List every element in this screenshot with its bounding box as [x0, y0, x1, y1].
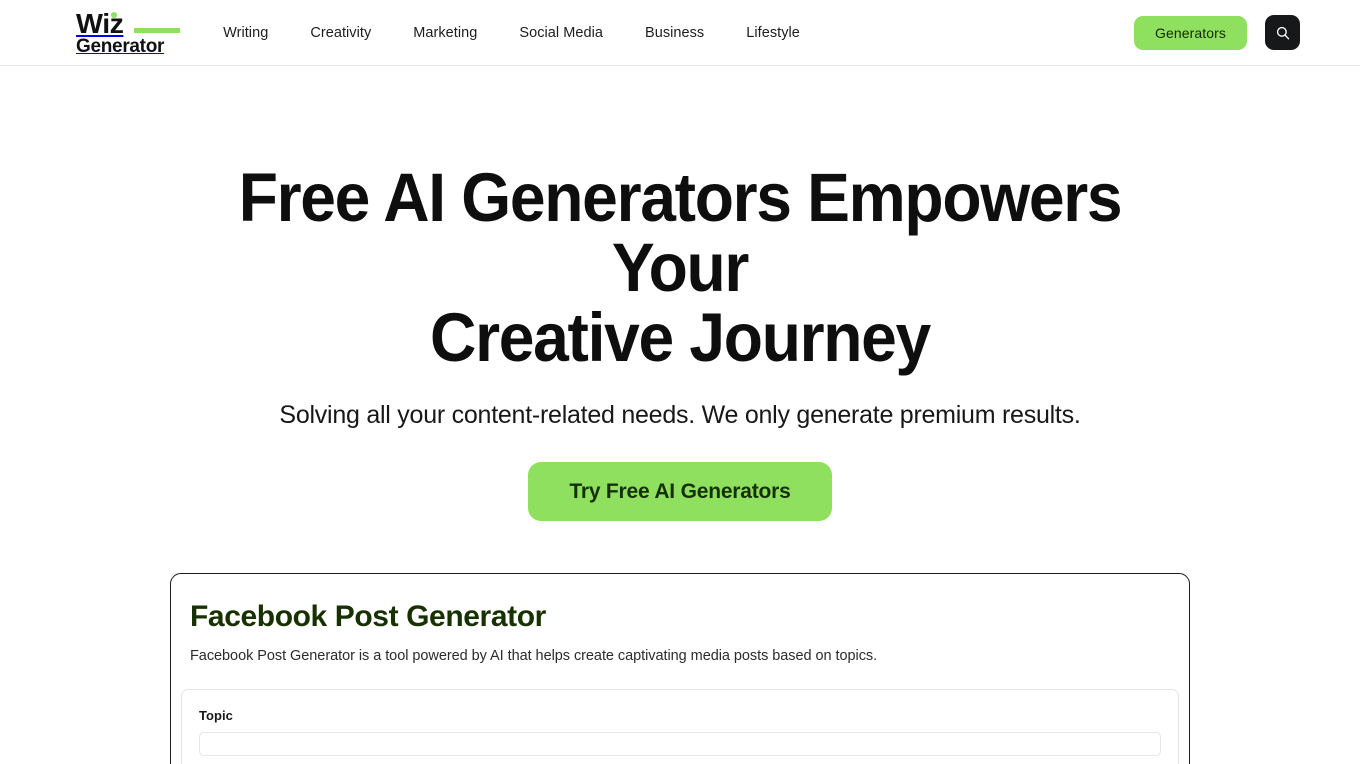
header-actions: Generators: [1133, 15, 1300, 50]
brand-logo-top: Wiz: [76, 9, 180, 37]
search-icon: [1275, 25, 1291, 41]
topic-label: Topic: [199, 708, 233, 723]
topic-input[interactable]: [199, 732, 1161, 756]
brand-dot-accent: [111, 11, 117, 18]
try-free-ai-generators-button[interactable]: Try Free AI Generators: [528, 462, 832, 521]
search-button[interactable]: [1265, 15, 1300, 50]
generator-card-container: Facebook Post Generator Facebook Post Ge…: [0, 573, 1360, 764]
page-title: Free AI Generators Empowers Your Creativ…: [210, 163, 1149, 373]
nav-item-business[interactable]: Business: [624, 17, 725, 49]
brand-name-secondary: Generator: [76, 35, 165, 57]
brand-underline-accent: [134, 27, 180, 33]
main-navigation: Writing Creativity Marketing Social Medi…: [202, 17, 821, 49]
site-header: Wiz Generator Writing Creativity Marketi…: [0, 0, 1360, 66]
nav-item-social-media[interactable]: Social Media: [498, 17, 624, 49]
hero-section: Free AI Generators Empowers Your Creativ…: [0, 66, 1360, 521]
generators-button[interactable]: Generators: [1133, 15, 1247, 50]
facebook-post-generator-card: Facebook Post Generator Facebook Post Ge…: [170, 573, 1190, 764]
nav-item-marketing[interactable]: Marketing: [392, 17, 498, 49]
nav-item-writing[interactable]: Writing: [202, 17, 289, 49]
brand-logo[interactable]: Wiz Generator: [76, 9, 180, 57]
generator-form: Topic Submit: [181, 689, 1179, 764]
generator-title: Facebook Post Generator: [190, 600, 546, 633]
generator-description: Facebook Post Generator is a tool powere…: [190, 648, 878, 664]
page-title-line-1: Free AI Generators Empowers Your: [238, 159, 1123, 306]
hero-subtitle: Solving all your content-related needs. …: [279, 401, 1081, 429]
hero-cta-container: Try Free AI Generators: [0, 462, 1360, 521]
nav-item-creativity[interactable]: Creativity: [289, 17, 392, 49]
nav-item-lifestyle[interactable]: Lifestyle: [725, 17, 821, 49]
page-title-line-2: Creative Journey: [430, 299, 931, 376]
